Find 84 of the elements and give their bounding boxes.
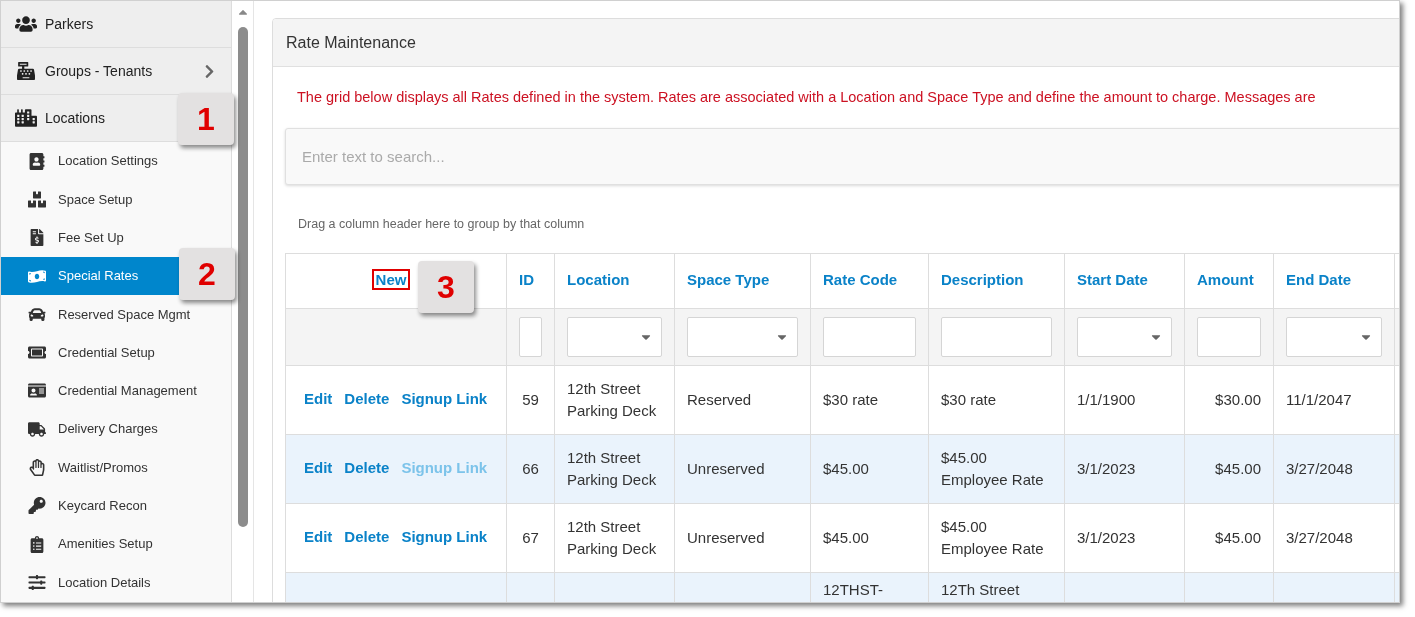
table-cell: $45.00 xyxy=(1215,528,1261,546)
filter-dropdown[interactable] xyxy=(1286,316,1382,357)
sidebar-item[interactable]: Credential Management xyxy=(1,371,231,411)
contact-book-icon xyxy=(28,152,46,170)
panel-title: Rate Maintenance xyxy=(286,32,416,53)
filter-dropdown[interactable] xyxy=(567,316,662,357)
column-header[interactable]: ID xyxy=(519,271,534,289)
sidebar-item[interactable]: Location Settings xyxy=(1,142,231,181)
table-cell: 12th Street Parking Deck xyxy=(567,379,657,419)
filter-input[interactable] xyxy=(941,316,1052,357)
filter-input[interactable] xyxy=(1197,316,1261,357)
sidebar-item[interactable]: Location Details xyxy=(1,563,231,602)
sidebar-section[interactable]: Groups - Tenants xyxy=(1,48,231,95)
table-cell: 3/1/2023 xyxy=(1077,459,1136,477)
filter-input[interactable] xyxy=(823,316,916,357)
group-hint: Drag a column header here to group by that column xyxy=(297,215,586,233)
sidebar-item[interactable]: Space Setup xyxy=(1,180,231,219)
table-cell: $45.00 xyxy=(1215,459,1261,477)
callout-tooltip: 2 xyxy=(179,248,235,300)
sidebar-section[interactable]: Parkers xyxy=(1,1,231,48)
table-cell: $30 rate xyxy=(941,390,997,408)
boxes-icon xyxy=(28,190,46,208)
callout-tooltip: 3 xyxy=(418,261,474,313)
row-action-link[interactable]: Signup Link xyxy=(401,388,488,411)
row-action-link[interactable]: Edit xyxy=(304,457,333,480)
truck-icon xyxy=(28,420,46,438)
key-icon xyxy=(28,497,46,515)
ticket-icon xyxy=(28,344,46,362)
people-icon xyxy=(15,15,37,33)
buildings-icon xyxy=(15,109,37,127)
column-header[interactable]: Space Type xyxy=(687,271,770,289)
sidebar-item[interactable]: Delivery Charges xyxy=(1,410,231,449)
table-cell: $45.00 xyxy=(823,528,869,546)
new-link[interactable]: New xyxy=(373,271,409,289)
table-cell: $45.00 Employee Rate xyxy=(941,517,1044,557)
money-bill-icon xyxy=(28,267,46,285)
table-cell: 3/27/2048 xyxy=(1286,459,1353,477)
chevron-right-icon xyxy=(204,63,215,79)
table-cell: 3/1/2023 xyxy=(1077,528,1136,546)
dollar-document-icon xyxy=(28,229,46,247)
column-header[interactable]: End Date xyxy=(1286,271,1351,289)
sidebar-item[interactable]: Waitlist/Promos xyxy=(1,448,231,487)
table-cell: $45.00 Employee Rate xyxy=(941,448,1044,488)
table-cell: 12th Street Parking Deck xyxy=(567,517,657,557)
table-cell: 59 xyxy=(522,390,539,408)
row-action-link[interactable]: Delete xyxy=(344,526,390,549)
scrollbar-thumb[interactable] xyxy=(237,27,248,527)
row-action-link[interactable]: Edit xyxy=(304,388,333,411)
cash-register-icon xyxy=(15,62,37,80)
hand-icon xyxy=(28,459,46,476)
table-cell: 1/1/1900 xyxy=(1077,390,1136,408)
table-cell: $45.00 xyxy=(823,459,869,477)
table-cell: Reserved xyxy=(687,390,752,408)
table-cell: Unreserved xyxy=(687,459,765,477)
row-action-link[interactable]: Signup Link xyxy=(401,526,488,549)
filter-input[interactable] xyxy=(519,316,542,357)
table-cell: 12Th Street xyxy=(941,580,1020,598)
sliders-icon xyxy=(28,573,46,591)
sidebar-item[interactable]: Keycard Recon xyxy=(1,486,231,525)
callout-tooltip: 1 xyxy=(178,93,234,145)
row-action-link[interactable]: Delete xyxy=(344,457,390,480)
search-field[interactable]: Enter text to search... xyxy=(285,127,1399,185)
car-icon xyxy=(28,305,46,323)
table-cell: Unreserved xyxy=(687,528,765,546)
table-cell: $30.00 xyxy=(1215,390,1261,408)
filter-dropdown[interactable] xyxy=(687,316,798,357)
row-action-link[interactable]: Edit xyxy=(304,526,333,549)
sidebar-item[interactable]: Credential Setup xyxy=(1,333,231,372)
column-header[interactable]: Start Date xyxy=(1077,271,1148,289)
table-cell: 66 xyxy=(522,459,539,477)
table-cell: $30 rate xyxy=(823,390,879,408)
table-cell: 12THST- xyxy=(823,580,883,598)
info-message: The grid below displays all Rates defined in the system. Rates are associated with a Location and Space Type and define the amount to charge. Messages are xyxy=(296,88,1317,107)
table-cell: 67 xyxy=(522,528,539,546)
id-card-icon xyxy=(28,382,46,400)
sidebar-item[interactable]: Amenities Setup xyxy=(1,524,231,564)
column-header[interactable]: Description xyxy=(941,271,1024,289)
table-cell: 11/1/2047 xyxy=(1286,390,1352,408)
column-header[interactable]: Location xyxy=(567,271,630,289)
row-action-link[interactable]: Delete xyxy=(344,388,390,411)
filter-dropdown[interactable] xyxy=(1077,316,1172,357)
table-cell: 12th Street Parking Deck xyxy=(567,448,657,488)
table-cell: 3/27/2048 xyxy=(1286,528,1353,546)
clipboard-icon xyxy=(28,535,46,553)
